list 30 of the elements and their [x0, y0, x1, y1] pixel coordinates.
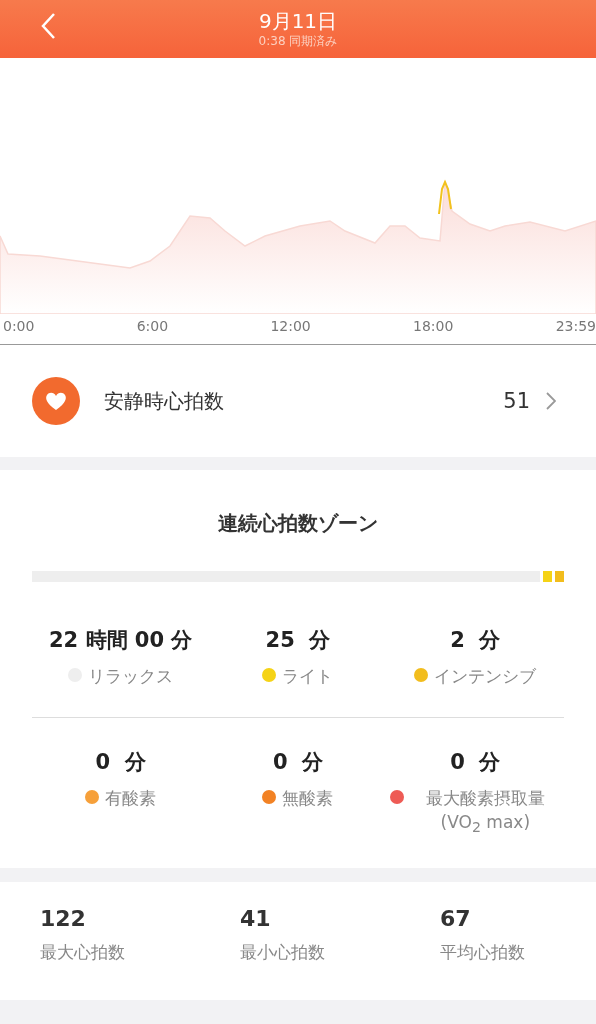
axis-label: 0:00 — [3, 318, 35, 334]
zone-duration: 25 分 — [265, 627, 331, 654]
zone-duration: 2 分 — [450, 627, 501, 654]
zone-label: 最大酸素摂取量 (VO$_{2}$ max) — [424, 787, 546, 838]
axis-label: 12:00 — [270, 318, 311, 334]
zone-label: 有酸素 — [105, 787, 157, 810]
stat-value: 122 — [40, 906, 87, 931]
stat-value: 41 — [240, 906, 272, 931]
resting-heart-rate-value: 51 — [503, 389, 530, 413]
stat-label: 最小心拍数 — [240, 941, 326, 964]
chevron-right-icon[interactable] — [546, 392, 556, 410]
section-title: 連続心拍数ゾーン — [218, 510, 378, 537]
zone-label: インテンシブ — [434, 665, 537, 688]
zone-label: ライト — [282, 665, 334, 688]
page-title: 9月11日 — [258, 9, 338, 33]
zone-duration: 0 分 — [272, 749, 324, 776]
sync-status: 0:38 同期済み — [258, 33, 338, 49]
stat-label: 平均心拍数 — [440, 941, 526, 964]
resting-heart-rate-label: 安静時心拍数 — [104, 387, 225, 415]
zone-duration: 0 分 — [95, 749, 146, 776]
stat-label: 最大心拍数 — [40, 941, 126, 964]
axis-label: 18:00 — [413, 318, 454, 334]
axis-label: 6:00 — [136, 318, 169, 334]
zone-duration: 0 分 — [450, 749, 501, 776]
axis-label: 23:59 — [555, 318, 596, 334]
zone-label: リラックス — [88, 665, 174, 688]
zone-label: 無酸素 — [282, 787, 334, 810]
zone-duration: 22 時間 00 分 — [48, 627, 193, 654]
stat-value: 67 — [440, 906, 472, 931]
back-icon[interactable] — [40, 12, 56, 40]
